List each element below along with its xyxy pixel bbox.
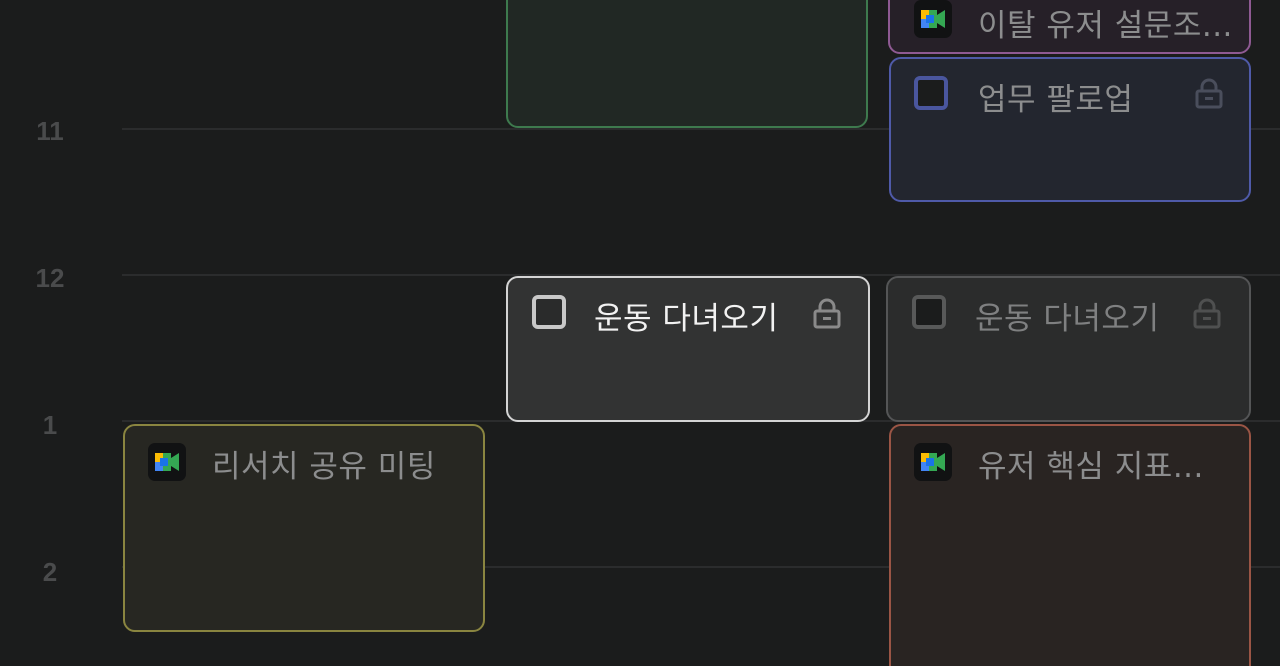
hour-label-2: 2 [42, 557, 58, 587]
event-title: 업무 팔로업 [978, 82, 1134, 118]
google-meet-icon [148, 443, 186, 481]
event-work-followup[interactable]: 업무 팔로업 [889, 57, 1251, 202]
hour-label-11: 11 [36, 116, 64, 146]
task-checkbox[interactable] [532, 295, 566, 329]
task-checkbox[interactable] [912, 295, 946, 329]
event-research-share-meeting[interactable]: 리서치 공유 미팅 [123, 424, 485, 632]
hour-label-12: 12 [35, 263, 65, 293]
google-meet-icon [914, 0, 952, 38]
event-title: 운동 다녀오기 [975, 301, 1160, 337]
google-meet-icon [914, 443, 952, 481]
hour-label-1: 1 [42, 410, 58, 440]
event-exercise[interactable]: 운동 다녀오기 [886, 276, 1251, 422]
lock-icon [1193, 298, 1221, 329]
event-title: 이탈 유저 설문조... [978, 8, 1233, 44]
event-block-green[interactable] [506, 0, 868, 128]
event-title: 운동 다녀오기 [594, 301, 779, 337]
event-churn-user-survey[interactable]: 이탈 유저 설문조... [888, 0, 1251, 54]
lock-icon [1195, 78, 1223, 109]
event-exercise-selected[interactable]: 운동 다녀오기 [506, 276, 870, 422]
event-user-core-metrics[interactable]: 유저 핵심 지표... [889, 424, 1251, 666]
lock-icon [813, 298, 841, 329]
calendar-day-view: 11 12 1 2 이탈 유저 설문조... 업무 팔로업 운동 다녀오기 운동… [0, 0, 1280, 666]
task-checkbox[interactable] [914, 76, 948, 110]
event-title: 유저 핵심 지표... [978, 449, 1204, 485]
event-title: 리서치 공유 미팅 [212, 449, 436, 485]
